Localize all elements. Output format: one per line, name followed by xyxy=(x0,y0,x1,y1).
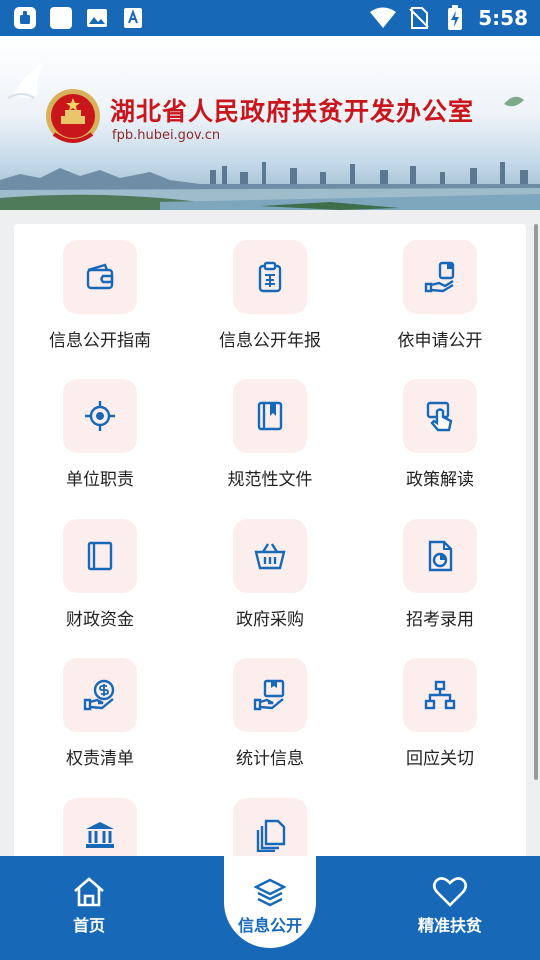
copy-documents-icon xyxy=(233,798,307,864)
hand-coin-icon xyxy=(63,658,137,732)
tile-label: 依申请公开 xyxy=(397,331,483,351)
blank-square-icon xyxy=(48,5,74,31)
service-grid-card: 信息公开指南 信息公开年报 依申请公开 单位职责 规范性文件 政策解读 财政资金… xyxy=(14,224,526,864)
header-banner: 湖北省人民政府扶贫开发办公室 fpb.hubei.gov.cn xyxy=(0,36,540,210)
tile-label: 招考录用 xyxy=(406,610,474,630)
layers-icon xyxy=(254,878,286,907)
status-bar: 5:58 xyxy=(0,0,540,36)
tile-power-list[interactable]: 权责清单 xyxy=(15,658,185,769)
tile-label: 规范性文件 xyxy=(227,470,313,490)
home-icon xyxy=(74,877,104,907)
tile-policy-interpretation[interactable]: 政策解读 xyxy=(355,379,525,490)
tile-response-concerns[interactable]: 回应关切 xyxy=(355,658,525,769)
tile-info-guide[interactable]: 信息公开指南 xyxy=(15,240,185,351)
status-left-icons xyxy=(12,5,146,31)
tile-documents[interactable] xyxy=(185,798,355,864)
national-emblem-icon xyxy=(46,89,100,143)
wifi-icon xyxy=(370,5,397,31)
battery-charging-icon xyxy=(442,5,468,31)
bookmark-book-icon xyxy=(233,379,307,453)
nav-poverty-alleviation[interactable]: 精准扶贫 xyxy=(375,856,525,960)
tile-recruitment[interactable]: 招考录用 xyxy=(355,519,525,630)
text-a-icon xyxy=(120,5,146,31)
tile-label: 信息公开指南 xyxy=(49,331,151,351)
hand-box-icon xyxy=(233,658,307,732)
shopping-basket-icon xyxy=(233,519,307,593)
banner-url: fpb.hubei.gov.cn xyxy=(112,128,221,143)
tile-label: 回应关切 xyxy=(406,749,474,769)
tile-statistics[interactable]: 统计信息 xyxy=(185,658,355,769)
touch-pointer-icon xyxy=(403,379,477,453)
nav-home[interactable]: 首页 xyxy=(14,856,164,960)
image-icon xyxy=(84,5,110,31)
banner-title: 湖北省人民政府扶贫开发办公室 xyxy=(110,97,475,126)
tile-fiscal-funds[interactable]: 财政资金 xyxy=(15,519,185,630)
status-time: 5:58 xyxy=(478,6,528,30)
hand-document-icon xyxy=(403,240,477,314)
app-notification-icon xyxy=(12,5,38,31)
tile-normative-docs[interactable]: 规范性文件 xyxy=(185,379,355,490)
tile-label: 单位职责 xyxy=(66,470,134,490)
nav-info-disclosure-label: 信息公开 xyxy=(237,916,302,935)
tile-label: 财政资金 xyxy=(66,610,134,630)
heart-icon xyxy=(432,877,468,907)
service-grid: 信息公开指南 信息公开年报 依申请公开 单位职责 规范性文件 政策解读 财政资金… xyxy=(14,224,526,864)
tile-institution[interactable] xyxy=(15,798,185,864)
tile-label: 信息公开年报 xyxy=(219,331,321,351)
tile-label: 政策解读 xyxy=(406,470,474,490)
clipboard-year-icon xyxy=(233,240,307,314)
leaf-icon xyxy=(504,96,524,107)
status-right-icons: 5:58 xyxy=(370,5,528,31)
scrollbar-thumb[interactable] xyxy=(534,224,538,780)
target-icon xyxy=(63,379,137,453)
wallet-icon xyxy=(63,240,137,314)
nav-home-label: 首页 xyxy=(72,916,105,935)
nav-poverty-alleviation-label: 精准扶贫 xyxy=(417,916,482,935)
tile-unit-duties[interactable]: 单位职责 xyxy=(15,379,185,490)
tile-gov-procurement[interactable]: 政府采购 xyxy=(185,519,355,630)
tile-label: 政府采购 xyxy=(236,610,304,630)
tile-label: 统计信息 xyxy=(236,749,304,769)
document-chart-icon xyxy=(403,519,477,593)
org-chart-icon xyxy=(403,658,477,732)
nav-info-disclosure[interactable]: 信息公开 xyxy=(224,856,316,948)
no-sim-icon xyxy=(406,5,432,31)
notebook-icon xyxy=(63,519,137,593)
government-building-icon xyxy=(63,798,137,864)
tile-apply-disclosure[interactable]: 依申请公开 xyxy=(355,240,525,351)
tile-label: 权责清单 xyxy=(66,749,134,769)
city-skyline-image xyxy=(0,162,540,210)
tile-annual-report[interactable]: 信息公开年报 xyxy=(185,240,355,351)
